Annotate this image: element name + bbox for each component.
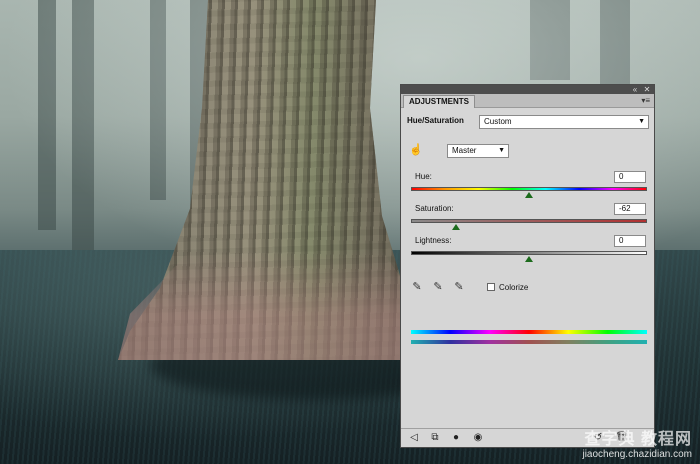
target-adjust-hand-icon[interactable]: ☝ bbox=[409, 143, 423, 157]
channel-dropdown[interactable]: Master ▼ bbox=[447, 144, 509, 158]
eyedropper-minus-icon[interactable]: ✎ bbox=[452, 280, 466, 294]
channel-value: Master bbox=[452, 146, 477, 155]
lightness-slider-track[interactable] bbox=[411, 251, 647, 255]
lightness-input[interactable]: 0 bbox=[614, 235, 646, 247]
adjustment-title: Hue/Saturation bbox=[407, 116, 464, 125]
hue-label: Hue: bbox=[415, 172, 432, 181]
saturation-slider-thumb[interactable] bbox=[451, 224, 460, 230]
hue-slider-track[interactable] bbox=[411, 187, 647, 191]
layer-mask-icon[interactable]: ● bbox=[449, 431, 463, 445]
saturation-slider-track[interactable] bbox=[411, 219, 647, 223]
colorize-label: Colorize bbox=[499, 283, 529, 292]
panel-tab-row: ADJUSTMENTS ▾≡ bbox=[401, 94, 654, 108]
watermark-brand: 查字典 教程网 bbox=[584, 431, 692, 448]
hue-slider-thumb[interactable] bbox=[525, 192, 533, 198]
chevron-down-icon: ▼ bbox=[498, 147, 505, 154]
input-color-spectrum bbox=[411, 330, 647, 334]
watermark-url: jiaocheng.chazidian.com bbox=[582, 449, 692, 460]
site-watermark: 查字典 教程网 jiaocheng.chazidian.com bbox=[582, 425, 692, 460]
back-arrow-icon[interactable]: ◁ bbox=[407, 431, 421, 445]
preset-dropdown[interactable]: Custom ▼ bbox=[479, 115, 649, 129]
adjustments-panel: « ✕ ADJUSTMENTS ▾≡ Hue/Saturation Custom… bbox=[400, 84, 655, 448]
colorize-checkbox[interactable] bbox=[487, 283, 495, 291]
eyedropper-icon[interactable]: ✎ bbox=[410, 280, 424, 294]
tab-adjustments[interactable]: ADJUSTMENTS bbox=[403, 95, 476, 108]
saturation-label: Saturation: bbox=[415, 204, 454, 213]
hue-input[interactable]: 0 bbox=[614, 171, 646, 183]
saturation-input[interactable]: -62 bbox=[614, 203, 646, 215]
visibility-eye-icon[interactable]: ◉ bbox=[471, 431, 485, 445]
preset-value: Custom bbox=[484, 117, 512, 126]
output-color-spectrum bbox=[411, 340, 647, 344]
chevron-down-icon: ▼ bbox=[638, 118, 645, 125]
panel-titlebar: « ✕ bbox=[401, 85, 654, 94]
lightness-slider-thumb[interactable] bbox=[525, 256, 533, 262]
panel-menu-icon[interactable]: ▾≡ bbox=[641, 96, 650, 105]
close-icon[interactable]: ✕ bbox=[642, 85, 652, 94]
collapse-icon[interactable]: « bbox=[630, 85, 640, 94]
lightness-label: Lightness: bbox=[415, 236, 452, 245]
eyedropper-plus-icon[interactable]: ✎ bbox=[431, 280, 445, 294]
clip-to-layer-icon[interactable]: ⧉ bbox=[428, 431, 442, 445]
